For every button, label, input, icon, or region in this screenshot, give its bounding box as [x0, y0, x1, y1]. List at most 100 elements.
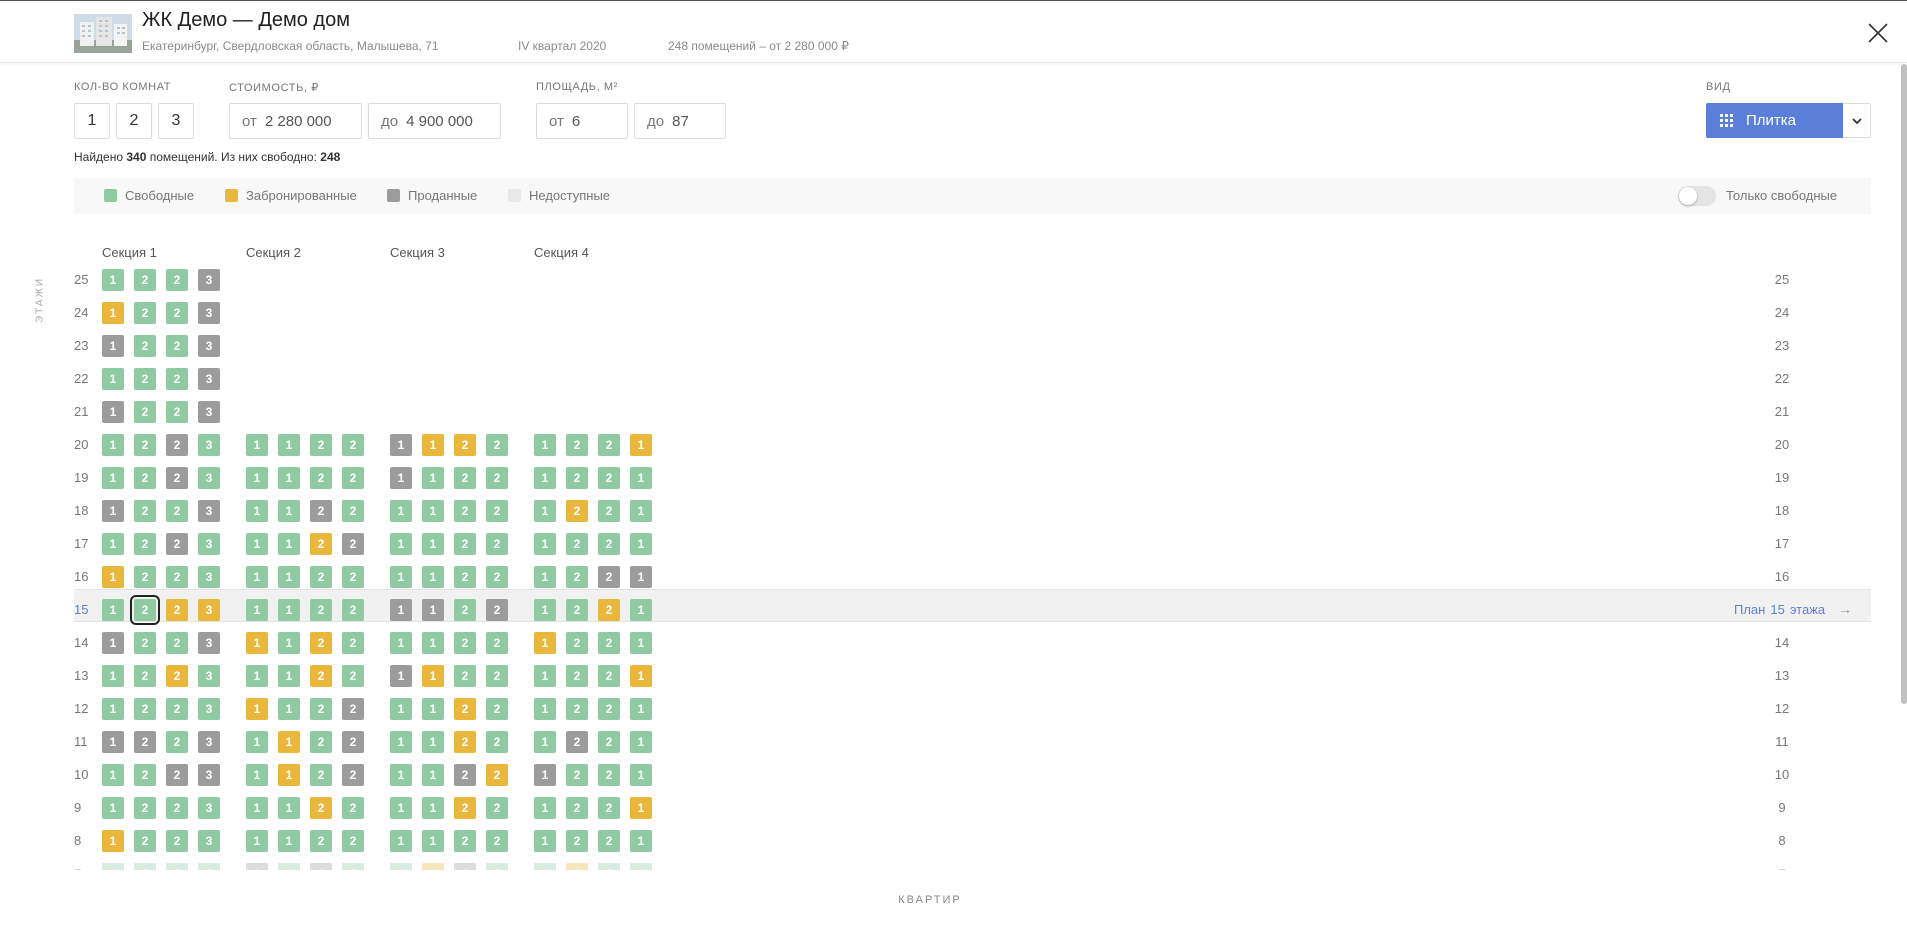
apartment-cell-free[interactable]: 1 — [630, 467, 652, 489]
apartment-cell-free[interactable]: 1 — [246, 830, 268, 852]
apartment-cell-booked[interactable]: 2 — [598, 599, 620, 621]
apartment-cell-free[interactable]: 2 — [310, 764, 332, 786]
area-to-input[interactable]: до 87 — [634, 103, 726, 139]
apartment-cell-sold[interactable]: 2 — [566, 731, 588, 753]
apartment-cell-booked[interactable]: 2 — [166, 599, 188, 621]
apartment-cell-booked[interactable]: 1 — [246, 698, 268, 720]
apartment-cell-booked[interactable]: 1 — [630, 665, 652, 687]
apartment-cell-free[interactable]: 1 — [246, 500, 268, 522]
apartment-cell-free[interactable]: 1 — [390, 632, 412, 654]
apartment-cell-free[interactable]: 1 — [630, 533, 652, 555]
floor-plan-link[interactable]: План 15 этажа — [1734, 602, 1825, 617]
apartment-cell-free[interactable]: 3 — [198, 665, 220, 687]
apartment-cell-free[interactable]: 2 — [454, 665, 476, 687]
apartment-cell-sold[interactable]: 1 — [390, 665, 412, 687]
apartment-cell-sold[interactable]: 1 — [630, 566, 652, 588]
apartment-cell-free[interactable]: 2 — [134, 533, 156, 555]
apartment-cell-free[interactable]: 1 — [390, 830, 412, 852]
apartment-cell-free[interactable]: 1 — [422, 533, 444, 555]
apartment-cell-free[interactable]: 2 — [566, 434, 588, 456]
apartment-cell-free[interactable]: 1 — [630, 731, 652, 753]
view-dropdown-button[interactable] — [1843, 103, 1871, 138]
apartment-cell-sold[interactable]: 1 — [390, 434, 412, 456]
apartment-cell-free[interactable]: 1 — [422, 632, 444, 654]
apartment-cell-free[interactable]: 2 — [486, 731, 508, 753]
only-free-toggle[interactable] — [1678, 186, 1716, 206]
apartment-cell-free[interactable]: 2 — [134, 335, 156, 357]
apartment-cell-sold[interactable]: 3 — [198, 335, 220, 357]
apartment-cell-free[interactable]: 1 — [278, 566, 300, 588]
apartment-cell-free[interactable]: 2 — [166, 731, 188, 753]
apartment-cell-free[interactable]: 2 — [454, 599, 476, 621]
apartment-cell-free[interactable]: 2 — [598, 434, 620, 456]
apartment-cell-free[interactable]: 2 — [134, 434, 156, 456]
apartment-cell-free[interactable]: 2 — [166, 401, 188, 423]
apartment-cell-sold[interactable]: 2 — [134, 731, 156, 753]
apartment-cell-free[interactable]: 2 — [486, 665, 508, 687]
apartment-cell-free[interactable]: 1 — [630, 599, 652, 621]
apartment-cell-free[interactable]: 3 — [198, 797, 220, 819]
apartment-cell-free[interactable]: 2 — [310, 566, 332, 588]
apartment-cell-free[interactable]: 2 — [454, 500, 476, 522]
apartment-cell-sold[interactable]: 1 — [102, 632, 124, 654]
apartment-cell-booked[interactable]: 2 — [310, 797, 332, 819]
apartment-cell-free[interactable]: 2 — [566, 830, 588, 852]
apartment-cell-sold[interactable]: 3 — [198, 632, 220, 654]
apartment-cell-sold[interactable]: 2 — [342, 764, 364, 786]
apartment-cell-booked[interactable]: 1 — [630, 797, 652, 819]
apartment-cell-free[interactable]: 1 — [422, 500, 444, 522]
apartment-cell-free[interactable]: 2 — [566, 632, 588, 654]
apartment-cell-booked[interactable]: 1 — [246, 632, 268, 654]
apartment-cell-free[interactable]: 1 — [246, 533, 268, 555]
apartment-cell-free[interactable]: 1 — [534, 500, 556, 522]
apartment-cell-free[interactable]: 1 — [102, 434, 124, 456]
apartment-cell-free[interactable]: 1 — [390, 764, 412, 786]
apartment-cell-free[interactable]: 1 — [246, 467, 268, 489]
apartment-cell-free[interactable]: 2 — [166, 632, 188, 654]
apartment-cell-sold[interactable]: 2 — [166, 434, 188, 456]
apartment-cell-free[interactable]: 2 — [486, 566, 508, 588]
apartment-cell-free[interactable]: 3 — [198, 698, 220, 720]
apartment-cell-free[interactable]: 2 — [342, 566, 364, 588]
apartment-cell-free[interactable]: 1 — [246, 797, 268, 819]
apartment-cell-free[interactable]: 1 — [278, 467, 300, 489]
apartment-cell-free[interactable]: 1 — [534, 665, 556, 687]
apartment-cell-sold[interactable]: 3 — [198, 731, 220, 753]
apartment-cell-free[interactable]: 2 — [598, 665, 620, 687]
apartment-cell-sold[interactable]: 1 — [102, 335, 124, 357]
apartment-cell-free[interactable]: 1 — [246, 599, 268, 621]
apartment-cell-sold[interactable]: 3 — [198, 302, 220, 324]
apartment-cell-sold[interactable]: 2 — [342, 698, 364, 720]
apartment-cell-free[interactable]: 1 — [534, 566, 556, 588]
apartment-cell-booked[interactable]: 1 — [102, 830, 124, 852]
apartment-cell-free[interactable]: 2 — [598, 797, 620, 819]
apartment-cell-sold[interactable]: 2 — [598, 566, 620, 588]
view-tiles-button[interactable]: Плитка — [1706, 103, 1843, 138]
apartment-cell-free[interactable]: 1 — [102, 797, 124, 819]
apartment-cell-free[interactable]: 2 — [134, 467, 156, 489]
apartment-cell-free[interactable]: 2 — [310, 698, 332, 720]
apartment-cell-free[interactable]: 2 — [166, 368, 188, 390]
apartment-cell-free[interactable]: 1 — [422, 698, 444, 720]
apartment-cell-free[interactable]: 2 — [454, 830, 476, 852]
apartment-cell-booked[interactable]: 2 — [310, 533, 332, 555]
apartment-cell-sold[interactable]: 2 — [166, 764, 188, 786]
apartment-cell-free[interactable]: 1 — [246, 764, 268, 786]
apartment-cell-booked[interactable]: 1 — [422, 665, 444, 687]
apartment-cell-sold[interactable]: 1 — [102, 500, 124, 522]
rooms-option-2[interactable]: 2 — [116, 103, 152, 139]
apartment-cell-free[interactable]: 2 — [598, 500, 620, 522]
apartment-cell-free[interactable]: 1 — [278, 533, 300, 555]
apartment-cell-sold[interactable]: 3 — [198, 500, 220, 522]
apartment-cell-free[interactable]: 2 — [166, 566, 188, 588]
apartment-cell-free[interactable]: 2 — [454, 467, 476, 489]
apartment-cell-free[interactable]: 1 — [422, 830, 444, 852]
price-to-input[interactable]: до 4 900 000 — [368, 103, 501, 139]
apartment-cell-free[interactable]: 2 — [486, 467, 508, 489]
apartment-cell-free[interactable]: 1 — [390, 533, 412, 555]
apartment-cell-booked[interactable]: 1 — [422, 434, 444, 456]
apartment-cell-sold[interactable]: 1 — [534, 764, 556, 786]
apartment-cell-booked[interactable]: 2 — [454, 698, 476, 720]
apartment-cell-free[interactable]: 1 — [534, 731, 556, 753]
apartment-cell-free[interactable]: 2 — [454, 632, 476, 654]
